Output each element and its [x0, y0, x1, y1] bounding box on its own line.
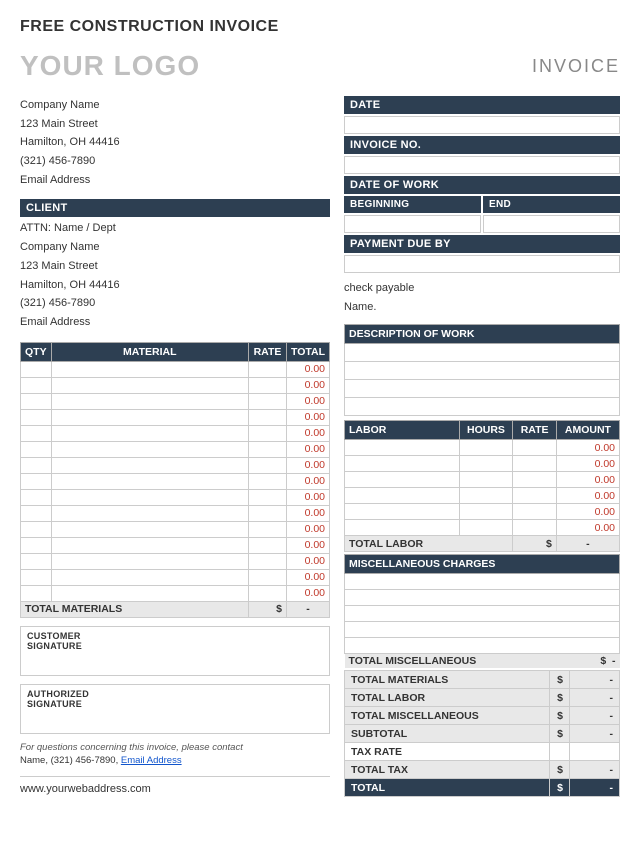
table-row: [345, 380, 620, 398]
table-row: [345, 622, 620, 638]
company-name: Company Name: [20, 96, 330, 115]
company-street: 123 Main Street: [20, 115, 330, 134]
customer-signature-box: CUSTOMER SIGNATURE: [20, 626, 330, 676]
table-row: 0.00: [21, 521, 330, 537]
end-field[interactable]: [483, 215, 620, 233]
mat-col-rate: RATE: [248, 342, 286, 361]
customer-sig-label: CUSTOMER: [27, 631, 323, 641]
table-row: 0.00: [21, 553, 330, 569]
table-row: [345, 606, 620, 622]
table-row: 0.00: [21, 441, 330, 457]
payment-due-field[interactable]: [344, 255, 620, 273]
table-row: 0.00: [345, 456, 620, 472]
company-phone: (321) 456-7890: [20, 152, 330, 171]
end-header: END: [483, 196, 620, 213]
client-company: Company Name: [20, 238, 330, 257]
labor-table: LABOR HOURS RATE AMOUNT 0.00 0.00 0.00 0…: [344, 420, 620, 552]
labor-col-labor: LABOR: [345, 421, 460, 440]
summary-row-total-labor: TOTAL LABOR $ -: [345, 689, 620, 707]
mat-col-qty: QTY: [21, 342, 52, 361]
invoice-no-header: INVOICE NO.: [344, 136, 620, 154]
mat-col-material: MATERIAL: [51, 342, 248, 361]
authorized-sig-label: AUTHORIZED: [27, 689, 323, 699]
client-city-state: Hamilton, OH 44416: [20, 276, 330, 295]
table-row: [345, 638, 620, 654]
date-header: DATE: [344, 96, 620, 114]
table-row: [345, 590, 620, 606]
company-email: Email Address: [20, 171, 330, 190]
page-title: FREE CONSTRUCTION INVOICE: [20, 18, 620, 36]
customer-sig-sub: SIGNATURE: [27, 641, 323, 651]
table-row: 0.00: [345, 440, 620, 456]
labor-col-rate: RATE: [513, 421, 557, 440]
table-row: 0.00: [21, 489, 330, 505]
table-row: 0.00: [345, 488, 620, 504]
summary-row-total-materials: TOTAL MATERIALS $ -: [345, 671, 620, 689]
client-attn: ATTN: Name / Dept: [20, 219, 330, 238]
beginning-field[interactable]: [344, 215, 481, 233]
labor-col-hours: HOURS: [459, 421, 513, 440]
work-desc-header: DESCRIPTION OF WORK: [345, 325, 620, 344]
table-row: 0.00: [21, 537, 330, 553]
table-row: 0.00: [21, 409, 330, 425]
client-street: 123 Main Street: [20, 257, 330, 276]
table-row: 0.00: [21, 569, 330, 585]
client-header: CLIENT: [20, 199, 330, 217]
beginning-header: BEGINNING: [344, 196, 481, 213]
authorized-signature-box: AUTHORIZED SIGNATURE: [20, 684, 330, 734]
footer-email[interactable]: Email Address: [121, 755, 182, 766]
misc-footer: TOTAL MISCELLANEOUS $ -: [345, 654, 620, 669]
footer-contact: Name, (321) 456-7890, Email Address: [20, 755, 330, 766]
client-email: Email Address: [20, 313, 330, 332]
misc-table: MISCELLANEOUS CHARGES TOTAL MISCELLANEOU…: [344, 554, 620, 668]
check-payable: check payable Name.: [344, 279, 620, 316]
summary-table: TOTAL MATERIALS $ - TOTAL LABOR $ - TOTA…: [344, 670, 620, 797]
client-phone: (321) 456-7890: [20, 294, 330, 313]
summary-row-total-tax: TOTAL TAX $ -: [345, 761, 620, 779]
table-row: 0.00: [345, 472, 620, 488]
authorized-sig-sub: SIGNATURE: [27, 699, 323, 709]
summary-row-total-misc: TOTAL MISCELLANEOUS $ -: [345, 707, 620, 725]
table-row: 0.00: [21, 505, 330, 521]
labor-col-amount: AMOUNT: [556, 421, 619, 440]
table-row: 0.00: [21, 377, 330, 393]
table-row: [345, 362, 620, 380]
materials-footer: TOTAL MATERIALS $ -: [21, 601, 330, 617]
logo: YOUR LOGO: [20, 50, 200, 82]
mat-col-total: TOTAL: [286, 342, 329, 361]
summary-row-tax-rate: TAX RATE: [345, 743, 620, 761]
table-row: 0.00: [21, 457, 330, 473]
company-info: Company Name 123 Main Street Hamilton, O…: [20, 96, 330, 189]
work-desc-table: DESCRIPTION OF WORK: [344, 324, 620, 416]
company-city-state: Hamilton, OH 44416: [20, 133, 330, 152]
labor-footer: TOTAL LABOR $ -: [345, 536, 620, 552]
table-row: [345, 398, 620, 416]
invoice-label: INVOICE: [532, 56, 620, 77]
date-field[interactable]: [344, 116, 620, 134]
summary-row-subtotal: SUBTOTAL $ -: [345, 725, 620, 743]
table-row: 0.00: [345, 520, 620, 536]
invoice-no-field[interactable]: [344, 156, 620, 174]
table-row: 0.00: [21, 425, 330, 441]
table-row: 0.00: [21, 473, 330, 489]
date-of-work-header: DATE OF WORK: [344, 176, 620, 194]
table-row: 0.00: [21, 361, 330, 377]
materials-table: QTY MATERIAL RATE TOTAL 0.00 0.00 0.00 0…: [20, 342, 330, 618]
client-info: ATTN: Name / Dept Company Name 123 Main …: [20, 219, 330, 331]
footer-note: For questions concerning this invoice, p…: [20, 742, 330, 753]
table-row: 0.00: [345, 504, 620, 520]
table-row: 0.00: [21, 585, 330, 601]
table-row: [345, 574, 620, 590]
payment-due-header: PAYMENT DUE BY: [344, 235, 620, 253]
summary-row-total: TOTAL $ -: [345, 779, 620, 797]
table-row: [345, 344, 620, 362]
misc-header: MISCELLANEOUS CHARGES: [345, 555, 620, 574]
website: www.yourwebaddress.com: [20, 776, 330, 795]
table-row: 0.00: [21, 393, 330, 409]
